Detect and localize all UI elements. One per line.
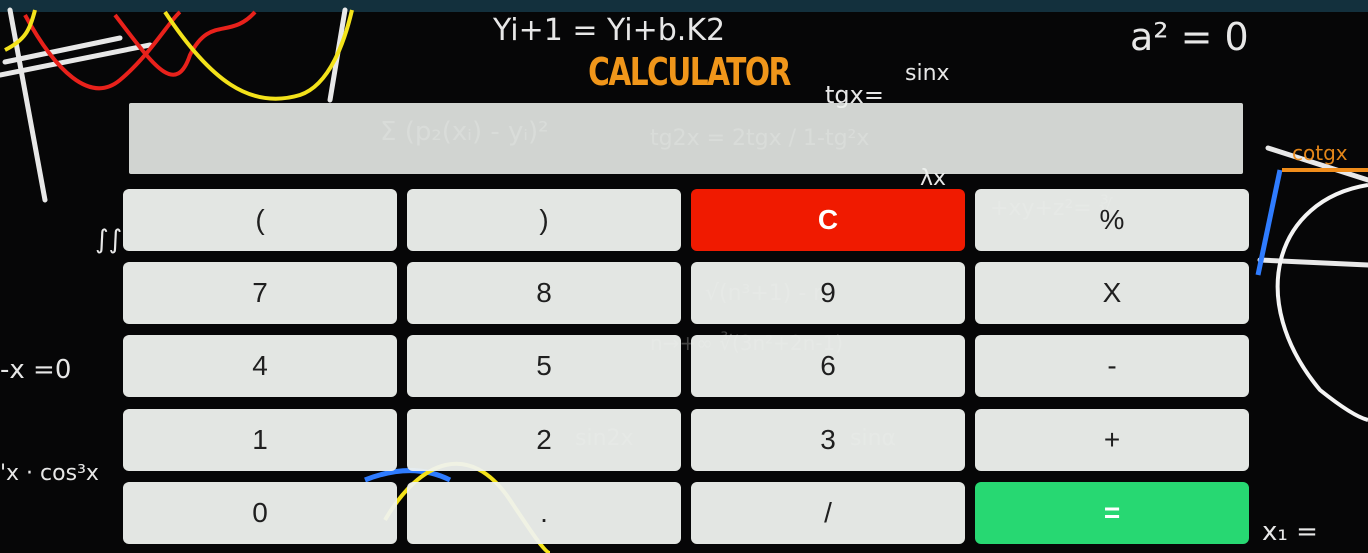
svg-text:Yi+1 = Yi+b.K2: Yi+1 = Yi+b.K2: [492, 13, 725, 48]
digit-6-key[interactable]: 6: [691, 335, 965, 397]
percent-key[interactable]: %: [975, 189, 1249, 251]
digit-4-key[interactable]: 4: [123, 335, 397, 397]
svg-text:'x · cos³x: 'x · cos³x: [0, 461, 99, 486]
equals-key[interactable]: =: [975, 482, 1249, 544]
digit-9-key[interactable]: 9: [691, 262, 965, 324]
divide-key[interactable]: /: [691, 482, 965, 544]
subtract-key[interactable]: -: [975, 335, 1249, 397]
app-title: CALCULATOR: [588, 50, 791, 94]
svg-text:x₁ =: x₁ =: [1262, 517, 1318, 547]
close-paren-key[interactable]: ): [407, 189, 681, 251]
calculator-display[interactable]: [129, 103, 1243, 174]
decimal-point-key[interactable]: .: [407, 482, 681, 544]
digit-1-key[interactable]: 1: [123, 409, 397, 471]
multiply-key[interactable]: X: [975, 262, 1249, 324]
svg-text:∫∫: ∫∫: [95, 225, 122, 255]
svg-text:cotgx: cotgx: [1292, 141, 1348, 165]
open-paren-key[interactable]: (: [123, 189, 397, 251]
digit-2-key[interactable]: 2: [407, 409, 681, 471]
digit-0-key[interactable]: 0: [123, 482, 397, 544]
svg-text:-x =0: -x =0: [0, 355, 71, 385]
digit-7-key[interactable]: 7: [123, 262, 397, 324]
digit-3-key[interactable]: 3: [691, 409, 965, 471]
svg-text:sinx: sinx: [905, 61, 950, 86]
digit-8-key[interactable]: 8: [407, 262, 681, 324]
svg-text:a² = 0: a² = 0: [1130, 15, 1249, 59]
add-key[interactable]: +: [975, 409, 1249, 471]
digit-5-key[interactable]: 5: [407, 335, 681, 397]
clear-key[interactable]: C: [691, 189, 965, 251]
